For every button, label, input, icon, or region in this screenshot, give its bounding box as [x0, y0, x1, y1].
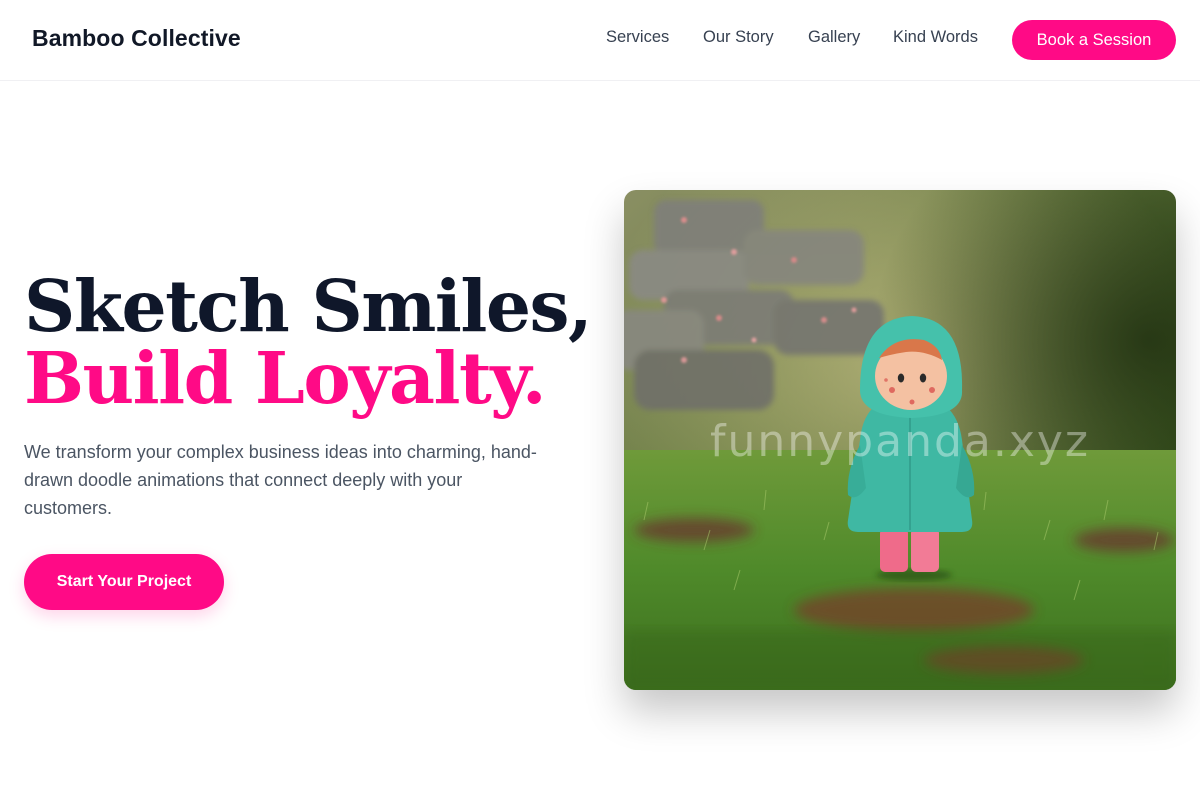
hero-headline-line2: Build Loyalty.	[24, 336, 547, 420]
start-project-button[interactable]: Start Your Project	[24, 554, 224, 610]
nav-link-kind-words[interactable]: Kind Words	[893, 28, 978, 47]
nav-link-gallery[interactable]: Gallery	[808, 28, 860, 47]
hero-image: funnypanda.xyz	[624, 190, 1176, 690]
nav-link-our-story[interactable]: Our Story	[703, 28, 774, 47]
hero-headline: Sketch Smiles, Build Loyalty.	[24, 264, 593, 420]
nav-link-services[interactable]: Services	[606, 28, 669, 47]
book-session-button[interactable]: Book a Session	[1012, 20, 1176, 60]
hero-photo	[624, 190, 1176, 690]
site-header: Bamboo Collective Services Our Story Gal…	[0, 0, 1200, 81]
hero-subcopy: We transform your complex business ideas…	[24, 442, 537, 518]
hero-headline-line1: Sketch Smiles,	[24, 264, 593, 348]
